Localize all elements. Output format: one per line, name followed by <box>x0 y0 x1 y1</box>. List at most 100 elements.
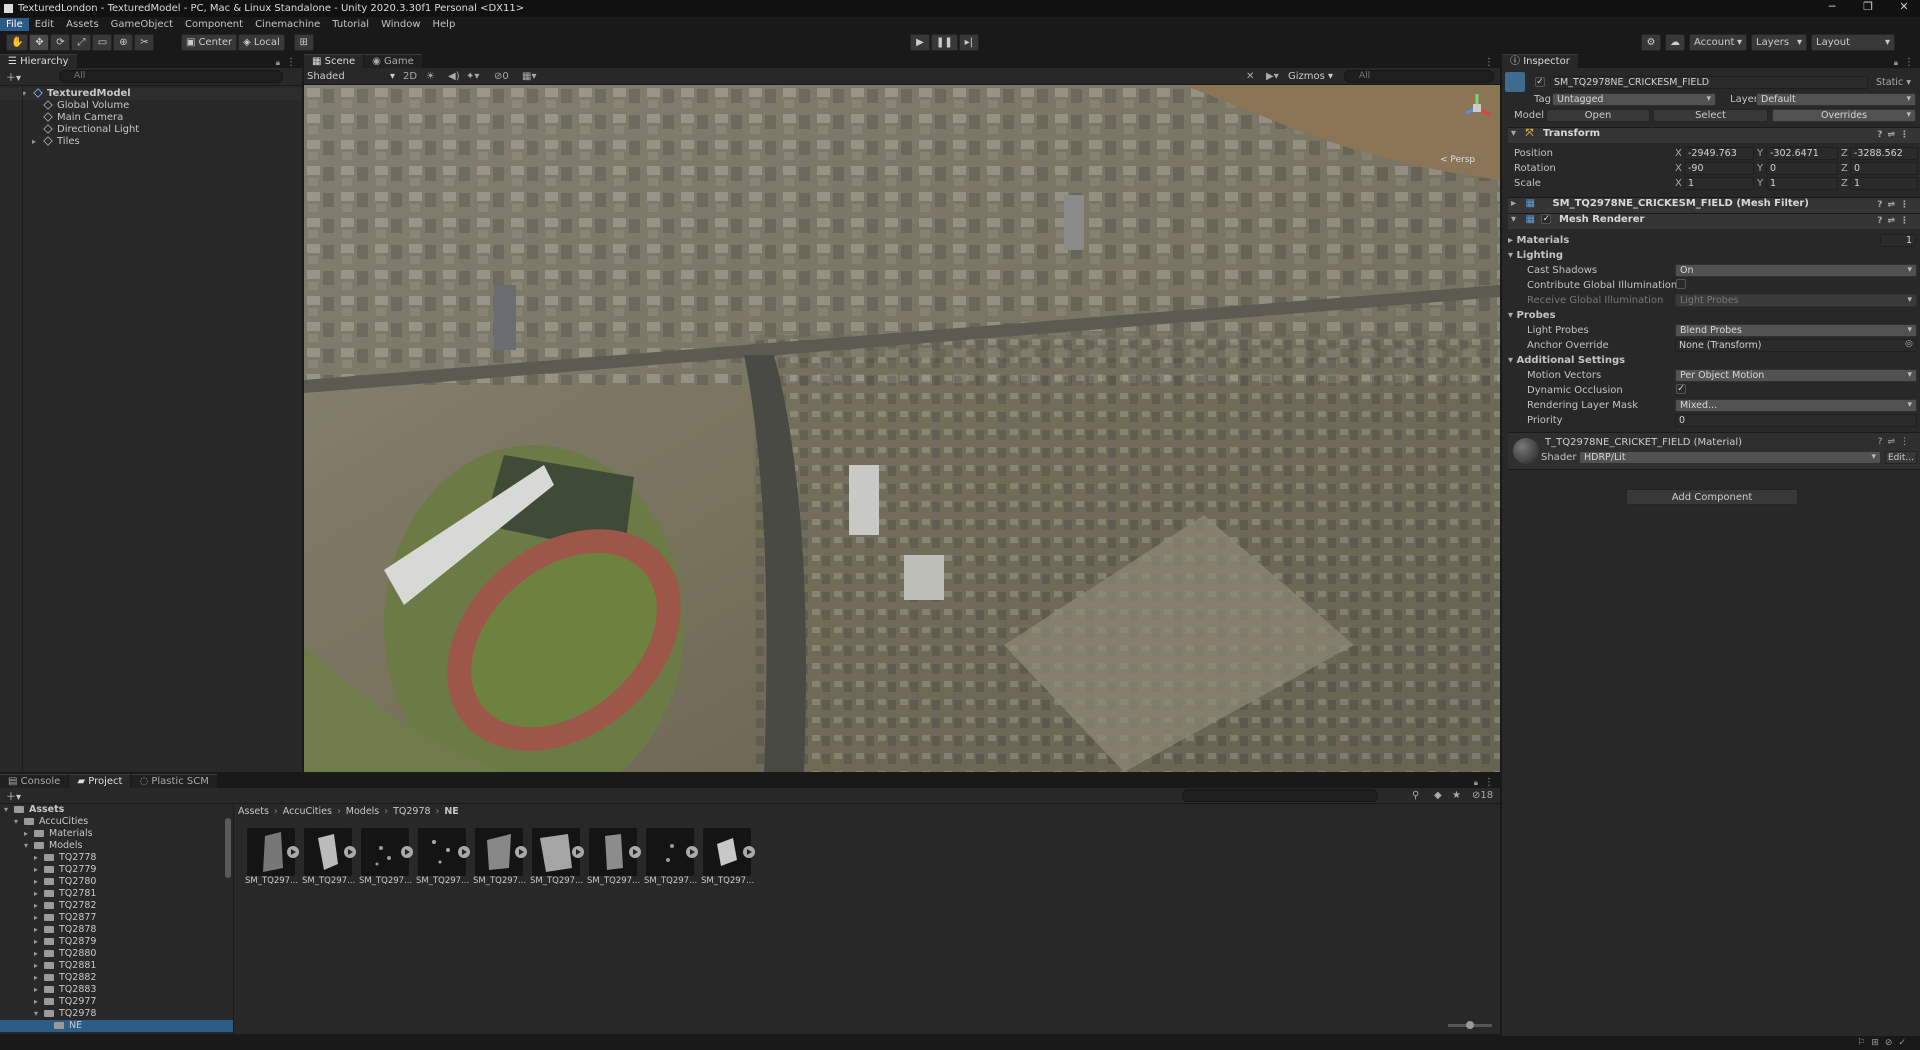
expand-asset-icon[interactable] <box>686 846 698 858</box>
lighting-foldout[interactable]: ▾ Lighting <box>1508 250 1563 261</box>
tree-item-materials[interactable]: ▸ Materials <box>0 828 233 840</box>
tree-scrollbar[interactable] <box>225 818 231 878</box>
expand-asset-icon[interactable] <box>572 846 584 858</box>
scene-viewport[interactable]: < Persp <box>304 85 1500 772</box>
tree-item-folder[interactable]: ▸ TQ2778 <box>0 852 233 864</box>
visibility-icon[interactable]: ⊘0 <box>494 71 509 82</box>
open-button[interactable]: Open <box>1546 109 1650 122</box>
layers-dropdown[interactable]: Layers ▾ <box>1751 34 1807 51</box>
tab-plastic-scm[interactable]: ◌ Plastic SCM <box>131 774 217 788</box>
tag-dropdown[interactable]: Untagged <box>1552 93 1716 106</box>
rendering-layer-dropdown[interactable]: Mixed... <box>1675 399 1917 412</box>
contribute-gi-checkbox[interactable] <box>1676 279 1686 289</box>
expand-asset-icon[interactable] <box>401 846 413 858</box>
lock-icon[interactable]: 🔒︎ <box>276 58 280 68</box>
layout-dropdown[interactable]: Layout ▾ <box>1811 34 1895 51</box>
kebab-menu-icon[interactable]: ⋮ <box>286 57 296 68</box>
active-checkbox[interactable]: ✓ <box>1535 77 1545 87</box>
lock-icon[interactable]: 🔒︎ <box>1894 58 1898 68</box>
component-header-icons[interactable]: ?⇌⋮ <box>1877 130 1914 140</box>
component-header-icons[interactable]: ?⇌⋮ <box>1877 216 1914 226</box>
position-x-field[interactable]: -2949.763 <box>1684 147 1754 160</box>
transform-header[interactable]: ▾ ⤧ Transform ?⇌⋮ <box>1508 127 1920 143</box>
position-z-field[interactable]: -3288.562 <box>1850 147 1918 160</box>
tab-project[interactable]: ▰ Project <box>69 774 131 788</box>
move-tool-icon[interactable]: ✥ <box>29 34 50 51</box>
breadcrumb-tq2978[interactable]: TQ2978 <box>393 806 430 817</box>
tab-hierarchy[interactable]: ☰ Hierarchy <box>0 54 77 68</box>
scale-y-field[interactable]: 1 <box>1766 177 1838 190</box>
expand-asset-icon[interactable] <box>344 846 356 858</box>
cast-shadows-dropdown[interactable]: On <box>1675 264 1917 277</box>
hierarchy-root[interactable]: ▾ TexturedModel <box>0 88 302 100</box>
minimize-icon[interactable]: ─ <box>1812 0 1852 17</box>
tree-item-folder[interactable]: ▸ TQ2781 <box>0 888 233 900</box>
maximize-icon[interactable]: ❐ <box>1848 0 1888 17</box>
2d-toggle[interactable]: 2D <box>403 71 417 82</box>
search-by-type-icon[interactable]: ⚲ <box>1412 790 1419 801</box>
scale-x-field[interactable]: 1 <box>1684 177 1754 190</box>
tab-scene[interactable]: ▦ Scene <box>304 54 364 68</box>
search-by-label-icon[interactable]: ◆ <box>1434 790 1442 801</box>
hierarchy-item-global-volume[interactable]: Global Volume <box>0 100 302 112</box>
scale-tool-icon[interactable]: ⤢ <box>71 34 92 51</box>
tree-item-folder[interactable]: ▸ TQ2782 <box>0 900 233 912</box>
grid-toggle-icon[interactable]: ▦▾ <box>522 71 536 82</box>
mesh-filter-header[interactable]: ▸ ▦ SM_TQ2978NE_CRICKESM_FIELD (Mesh Fil… <box>1508 197 1920 213</box>
menu-tutorial[interactable]: Tutorial <box>326 18 375 31</box>
tree-item-folder[interactable]: ▸ TQ2877 <box>0 912 233 924</box>
object-name-field[interactable]: SM_TQ2978NE_CRICKESM_FIELD <box>1550 76 1868 89</box>
hierarchy-search-input[interactable]: All <box>59 70 284 83</box>
object-picker-icon[interactable]: ◎ <box>1905 339 1913 349</box>
audio-toggle-icon[interactable]: ◀) <box>448 71 460 82</box>
rotation-y-field[interactable]: 0 <box>1766 162 1838 175</box>
menu-gameobject[interactable]: GameObject <box>105 18 179 31</box>
create-plus-button[interactable]: ＋▾ <box>6 788 21 803</box>
pivot-center-button[interactable]: ▣ Center <box>181 34 238 51</box>
orientation-gizmo[interactable] <box>1460 91 1494 125</box>
tab-console[interactable]: ▤ Console <box>0 774 69 788</box>
transform-tool-icon[interactable]: ⊕ <box>113 34 134 51</box>
breadcrumb-ne[interactable]: NE <box>444 806 458 817</box>
select-button[interactable]: Select <box>1653 109 1768 122</box>
gizmos-dropdown[interactable]: Gizmos ▾ <box>1288 71 1333 82</box>
menu-file[interactable]: File <box>0 18 29 31</box>
expand-asset-icon[interactable] <box>287 846 299 858</box>
overrides-dropdown[interactable]: Overrides <box>1772 109 1916 122</box>
motion-vectors-dropdown[interactable]: Per Object Motion <box>1675 369 1917 382</box>
tree-item-accucities[interactable]: ▾ AccuCities <box>0 816 233 828</box>
scale-z-field[interactable]: 1 <box>1850 177 1918 190</box>
kebab-menu-icon[interactable]: ⋮ <box>1484 57 1494 68</box>
menu-cinemachine[interactable]: Cinemachine <box>249 18 326 31</box>
breadcrumb-assets[interactable]: Assets <box>238 806 269 817</box>
hierarchy-item-tiles[interactable]: ▸ Tiles <box>0 136 302 148</box>
materials-foldout[interactable]: ▸ Materials <box>1508 235 1569 246</box>
component-header-icons[interactable]: ?⇌⋮ <box>1878 437 1914 447</box>
tree-item-folder[interactable]: ▸ TQ2883 <box>0 984 233 996</box>
static-dropdown[interactable]: Static ▾ <box>1876 77 1911 88</box>
tree-item-folder[interactable]: ▸ TQ2879 <box>0 936 233 948</box>
anchor-override-field[interactable]: None (Transform) <box>1675 339 1917 352</box>
expand-asset-icon[interactable] <box>458 846 470 858</box>
materials-count-field[interactable]: 1 <box>1880 234 1916 247</box>
thumbnail-size-handle[interactable] <box>1466 1021 1474 1029</box>
tree-item-assets[interactable]: ▾ Assets <box>0 804 233 816</box>
tab-game[interactable]: ◉ Game <box>364 54 422 68</box>
rotation-z-field[interactable]: 0 <box>1850 162 1918 175</box>
pivot-local-button[interactable]: ◈ Local <box>238 34 285 51</box>
draw-mode-dropdown[interactable]: Shaded ▾ <box>307 71 395 82</box>
expand-asset-icon[interactable] <box>629 846 641 858</box>
lighting-toggle-icon[interactable]: ☀ <box>426 71 435 82</box>
account-dropdown[interactable]: Account ▾ <box>1689 34 1747 51</box>
expand-asset-icon[interactable] <box>743 846 755 858</box>
tree-item-folder[interactable]: ▸ TQ2780 <box>0 876 233 888</box>
tree-item-selected[interactable]: NE <box>0 1020 233 1032</box>
kebab-menu-icon[interactable]: ⋮ <box>1484 777 1494 788</box>
tree-item-folder[interactable]: ▸ TQ2779 <box>0 864 233 876</box>
rotation-x-field[interactable]: -90 <box>1684 162 1754 175</box>
hierarchy-item-main-camera[interactable]: Main Camera <box>0 112 302 124</box>
tree-item-folder[interactable]: ▸ TQ2882 <box>0 972 233 984</box>
mesh-renderer-enabled-checkbox[interactable]: ✓ <box>1541 214 1552 224</box>
tree-item-folder[interactable]: ▸ TQ2880 <box>0 948 233 960</box>
rotate-tool-icon[interactable]: ⟳ <box>50 34 71 51</box>
